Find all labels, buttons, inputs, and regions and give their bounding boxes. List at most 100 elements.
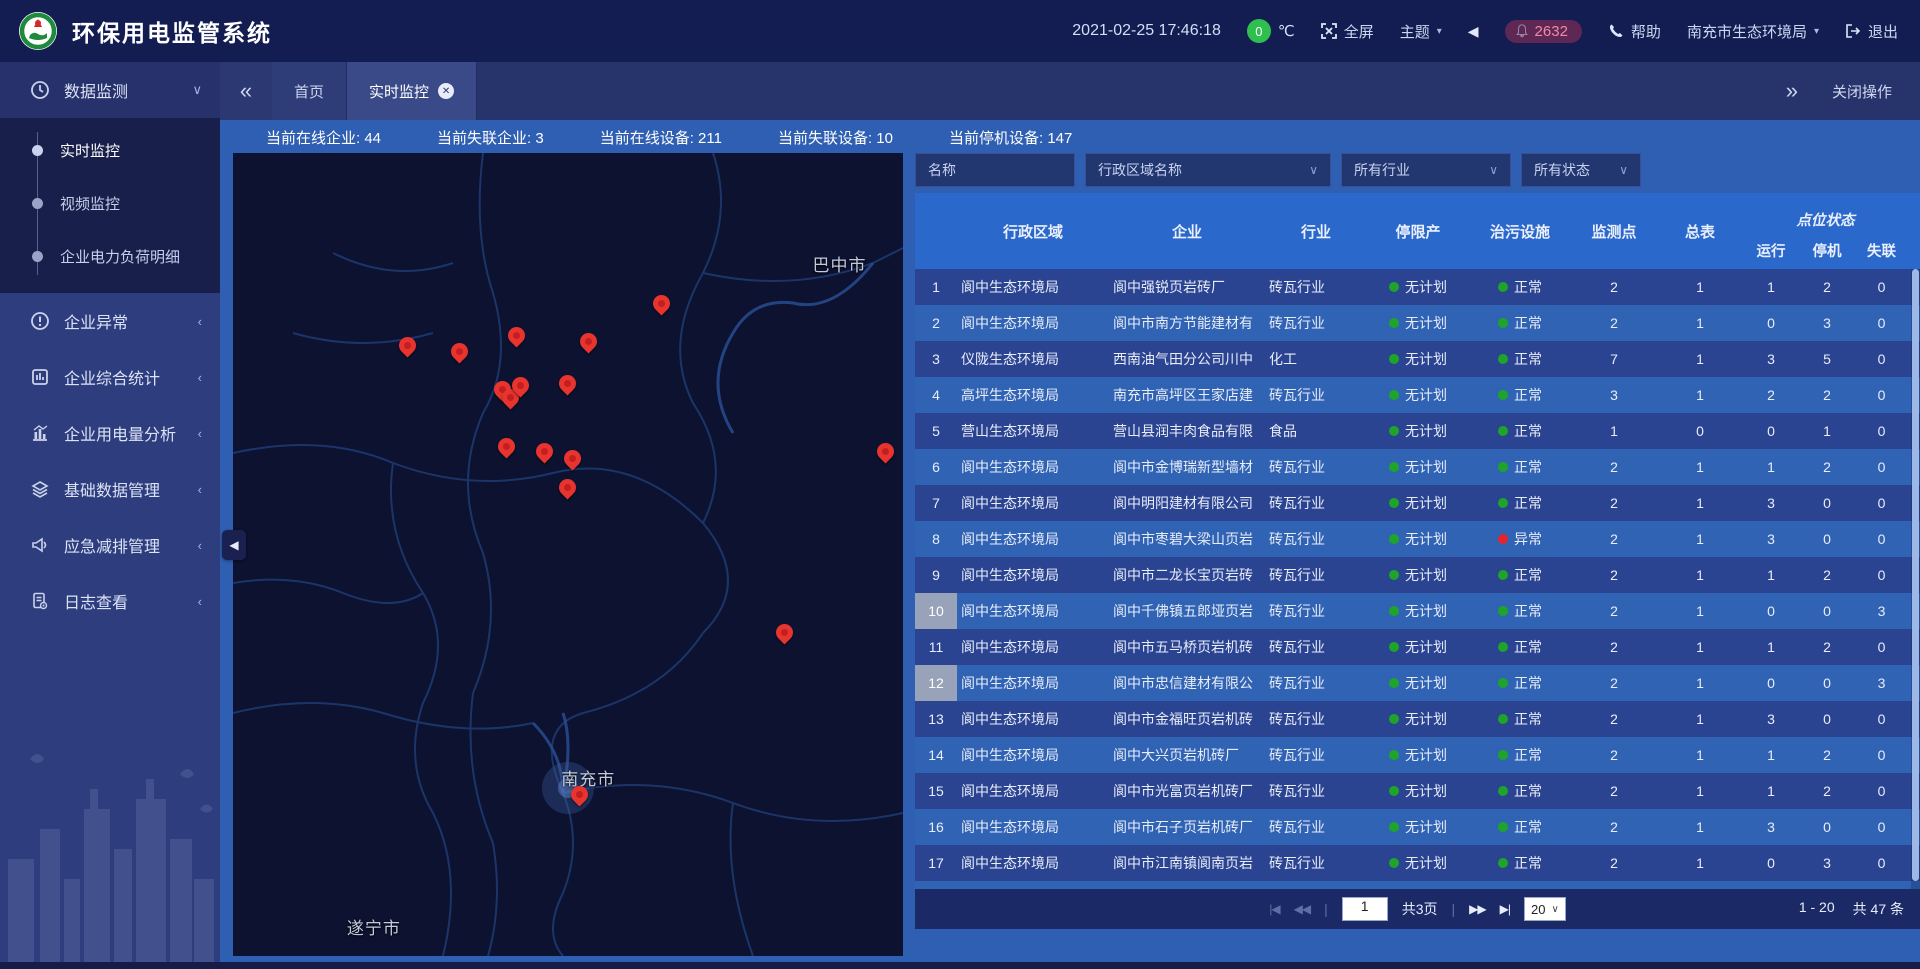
cell-company: 阆中市石子页岩机砖厂: [1109, 817, 1265, 837]
cell-facility-status: 正常: [1469, 565, 1571, 585]
tabs-scroll-left-button[interactable]: «: [220, 62, 272, 120]
table-row[interactable]: 17阆中生态环境局阆中市江南镇阆南页岩砖瓦行业无计划正常21030: [915, 845, 1920, 881]
brand: 环保用电监管系统: [18, 11, 272, 51]
scrollbar-thumb[interactable]: [1912, 269, 1919, 881]
tabs-scroll-right-button[interactable]: »: [1786, 78, 1798, 104]
table-row[interactable]: 3仪陇生态环境局西南油气田分公司川中化工无计划正常71350: [915, 341, 1920, 377]
main-content: 当前在线企业: 44当前失联企业: 3当前在线设备: 211当前失联设备: 10…: [220, 120, 1920, 969]
logout-button[interactable]: 退出: [1845, 21, 1898, 42]
table-row[interactable]: 8阆中生态环境局阆中市枣碧大梁山页岩砖瓦行业无计划异常21300: [915, 521, 1920, 557]
status-dot-green: [1389, 462, 1399, 472]
table-row[interactable]: 11阆中生态环境局阆中市五马桥页岩机砖砖瓦行业无计划正常21120: [915, 629, 1920, 665]
table-row[interactable]: 5营山生态环境局营山县润丰肉食品有限食品无计划正常10010: [915, 413, 1920, 449]
tab-close-icon[interactable]: ✕: [438, 83, 454, 99]
tab-首页[interactable]: 首页: [272, 62, 347, 120]
production-label: 无计划: [1405, 493, 1447, 513]
production-label: 无计划: [1405, 385, 1447, 405]
table-row[interactable]: 1阆中生态环境局阆中强锐页岩砖厂砖瓦行业无计划正常21120: [915, 269, 1920, 305]
production-label: 无计划: [1405, 421, 1447, 441]
page-number-input[interactable]: 1: [1342, 897, 1388, 921]
cell-production-status: 无计划: [1367, 457, 1469, 477]
sidebar-group-数据监测[interactable]: 数据监测∨: [0, 62, 220, 118]
table-row[interactable]: 15阆中生态环境局阆中市光富页岩机砖厂砖瓦行业无计划正常21120: [915, 773, 1920, 809]
sidebar-group-label: 企业综合统计: [64, 365, 184, 389]
sidebar-item-视频监控[interactable]: 视频监控: [0, 177, 220, 230]
sidebar-group-企业用电量分析[interactable]: 企业用电量分析‹: [0, 405, 220, 461]
stat-当前失联企业: 当前失联企业: 3: [437, 127, 544, 148]
sidebar-item-label: 视频监控: [60, 193, 120, 214]
tab-实时监控[interactable]: 实时监控✕: [347, 62, 477, 120]
notification-badge[interactable]: 2632: [1505, 20, 1582, 43]
first-page-button[interactable]: |◀: [1269, 902, 1279, 916]
col-治污设施: 治污设施: [1469, 193, 1571, 269]
cell-company: 阆中市金博瑞新型墙材: [1109, 457, 1265, 477]
cell-production-status: 无计划: [1367, 817, 1469, 837]
cell-offline: 0: [1855, 747, 1908, 763]
sidebar-group-基础数据管理[interactable]: 基础数据管理‹: [0, 461, 220, 517]
next-page-button[interactable]: ▶▶: [1469, 902, 1485, 916]
cell-industry: 砖瓦行业: [1265, 313, 1367, 333]
cell-region: 阆中生态环境局: [957, 601, 1109, 621]
sidebar-group-label: 数据监测: [64, 78, 178, 102]
table-row[interactable]: 13阆中生态环境局阆中市金福旺页岩机砖砖瓦行业无计划正常21300: [915, 701, 1920, 737]
header-actions: 2021-02-25 17:46:18 0 ℃ 全屏 主题 ▾ ◀: [1072, 19, 1898, 43]
status-filter-select[interactable]: 所有状态 ∨: [1521, 153, 1641, 187]
production-label: 无计划: [1405, 565, 1447, 585]
table-row[interactable]: 6阆中生态环境局阆中市金博瑞新型墙材砖瓦行业无计划正常21120: [915, 449, 1920, 485]
fullscreen-button[interactable]: 全屏: [1321, 21, 1374, 42]
sidebar-group-label: 日志查看: [64, 589, 184, 613]
cell-points: 2: [1571, 459, 1657, 475]
name-filter-input[interactable]: 名称: [915, 153, 1075, 187]
close-operations-button[interactable]: 关闭操作: [1832, 81, 1892, 102]
cell-company: 营山县润丰肉食品有限: [1109, 421, 1265, 441]
cell-company: 南充市高坪区王家店建: [1109, 385, 1265, 405]
cell-region: 阆中生态环境局: [957, 853, 1109, 873]
sidebar-group-企业综合统计[interactable]: 企业综合统计‹: [0, 349, 220, 405]
col-企业: 企业: [1109, 193, 1265, 269]
table-row[interactable]: 7阆中生态环境局阆中明阳建材有限公司砖瓦行业无计划正常21300: [915, 485, 1920, 521]
status-dot-green: [1498, 282, 1508, 292]
table-row[interactable]: 4高坪生态环境局南充市高坪区王家店建砖瓦行业无计划正常31220: [915, 377, 1920, 413]
sound-toggle-button[interactable]: ◀: [1468, 23, 1479, 40]
sidebar-group-应急减排管理[interactable]: 应急减排管理‹: [0, 517, 220, 573]
collapse-map-button[interactable]: ◀: [222, 530, 246, 560]
production-label: 无计划: [1405, 709, 1447, 729]
sidebar-group-企业异常[interactable]: 企业异常‹: [0, 293, 220, 349]
last-page-button[interactable]: ▶|: [1500, 902, 1510, 916]
sidebar-item-企业电力负荷明细[interactable]: 企业电力负荷明细: [0, 230, 220, 283]
cell-stopped: 0: [1799, 495, 1855, 511]
sidebar-item-实时监控[interactable]: 实时监控: [0, 124, 220, 177]
status-dot-green: [1498, 858, 1508, 868]
tree-dot-icon: [32, 251, 43, 262]
cell-production-status: 无计划: [1367, 565, 1469, 585]
sidebar-group-日志查看[interactable]: 日志查看‹: [0, 573, 220, 629]
cell-industry: 食品: [1265, 421, 1367, 441]
status-dot-green: [1389, 534, 1399, 544]
table-scrollbar[interactable]: [1911, 269, 1920, 889]
region-filter-select[interactable]: 行政区域名称 ∨: [1085, 153, 1331, 187]
user-dropdown[interactable]: 南充市生态环境局 ▾: [1687, 21, 1819, 42]
status-dot-green: [1389, 642, 1399, 652]
prev-page-button[interactable]: ◀◀: [1294, 902, 1310, 916]
theme-dropdown[interactable]: 主题 ▾: [1400, 21, 1442, 42]
status-dot-green: [1389, 318, 1399, 328]
table-row[interactable]: 2阆中生态环境局阆中市南方节能建材有砖瓦行业无计划正常21030: [915, 305, 1920, 341]
page-size-select[interactable]: 20 ∨: [1524, 897, 1566, 921]
industry-filter-select[interactable]: 所有行业 ∨: [1341, 153, 1511, 187]
table-row[interactable]: 10阆中生态环境局阆中千佛镇五郎垭页岩砖瓦行业无计划正常21003: [915, 593, 1920, 629]
cell-meters: 1: [1657, 711, 1743, 727]
cell-offline: 0: [1855, 819, 1908, 835]
cell-points: 3: [1571, 387, 1657, 403]
table-row[interactable]: 16阆中生态环境局阆中市石子页岩机砖厂砖瓦行业无计划正常21300: [915, 809, 1920, 845]
table-row[interactable]: 14阆中生态环境局阆中大兴页岩机砖厂砖瓦行业无计划正常21120: [915, 737, 1920, 773]
table-row[interactable]: 9阆中生态环境局阆中市二龙长宝页岩砖砖瓦行业无计划正常21120: [915, 557, 1920, 593]
help-button[interactable]: 帮助: [1608, 21, 1661, 42]
table-row[interactable]: 12阆中生态环境局阆中市忠信建材有限公砖瓦行业无计划正常21003: [915, 665, 1920, 701]
alert-circle-icon: [30, 311, 50, 331]
map-panel[interactable]: 巴中市南充市遂宁市 ◀: [233, 153, 903, 956]
cell-stopped: 5: [1799, 351, 1855, 367]
cell-index: 14: [915, 737, 957, 773]
cell-meters: 1: [1657, 531, 1743, 547]
table-row[interactable]: 18南部生态环境局南部县砚华水泥有限公建材行业无计划正常21060: [915, 881, 1920, 889]
datetime: 2021-02-25 17:46:18: [1072, 22, 1221, 40]
